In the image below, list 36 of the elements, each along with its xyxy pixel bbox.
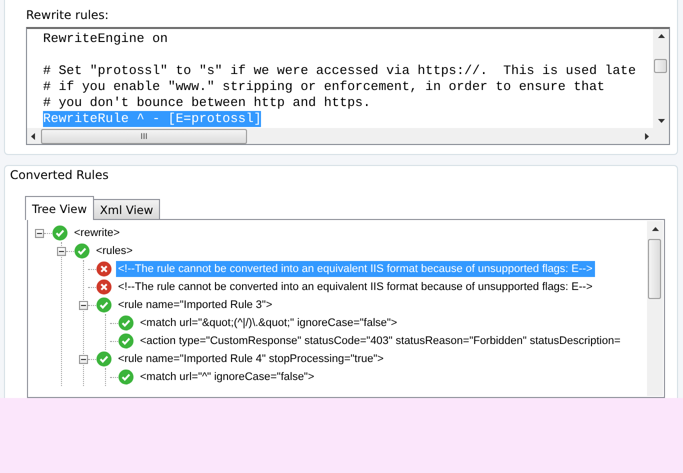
tree-node[interactable]: <rewrite> <box>72 225 122 241</box>
scroll-thumb[interactable]: III <box>41 128 247 144</box>
scroll-up-icon[interactable] <box>658 34 664 38</box>
scroll-thumb[interactable] <box>648 239 661 299</box>
vertical-scrollbar[interactable] <box>653 29 669 128</box>
tab[interactable]: Tree View <box>25 196 94 220</box>
code-line: # you don't bounce between http and https. <box>43 95 371 111</box>
collapse-button[interactable] <box>57 246 66 256</box>
scroll-thumb[interactable] <box>654 59 667 73</box>
scroll-up-icon[interactable] <box>652 227 658 231</box>
tree-node[interactable]: <action type="CustomResponse" statusCode="403" statusReason="Forbidden" statusDescription= <box>138 333 623 349</box>
tab[interactable]: Xml View <box>92 199 160 219</box>
tree-node[interactable]: <rule name="Imported Rule 4" stopProcessing="true"> <box>116 351 386 367</box>
minus-icon <box>37 230 42 236</box>
scroll-down-icon[interactable] <box>658 119 664 123</box>
scroll-left-icon[interactable] <box>31 132 35 140</box>
collapse-button[interactable] <box>35 228 44 238</box>
code-line: # if you enable "www." stripping or enforcement, in order to ensure that <box>43 79 605 95</box>
code-line: RewriteEngine on <box>43 31 168 47</box>
code-line: # Set "protossl" to "s" if we were accessed via https://. This is used late <box>43 63 636 79</box>
minus-icon <box>59 248 64 254</box>
minus-icon <box>81 356 86 362</box>
rewrite-rules-label: Rewrite rules: <box>26 8 110 22</box>
horizontal-scrollbar[interactable]: III <box>27 128 653 144</box>
tree-node[interactable]: <match url="&quot;(^|/)\.&quot;" ignoreCase="false"> <box>138 315 400 331</box>
tree-node[interactable]: <match url="^" ignoreCase="false"> <box>138 369 316 385</box>
tree-node[interactable]: <rule name="Imported Rule 3"> <box>116 297 274 313</box>
collapse-button[interactable] <box>79 354 88 364</box>
rewrite-rules-editor[interactable] <box>26 27 670 145</box>
collapse-button[interactable] <box>79 300 88 310</box>
tree-node[interactable]: <rules> <box>94 243 135 259</box>
tree-node[interactable]: <!--The rule cannot be converted into an equivalent IIS format because of unsupported flags: E--> <box>116 279 595 295</box>
minus-icon <box>81 302 86 308</box>
vertical-scrollbar[interactable] <box>647 221 663 396</box>
converted-rules-label: Converted Rules <box>10 168 110 182</box>
scroll-right-icon[interactable] <box>645 132 649 140</box>
